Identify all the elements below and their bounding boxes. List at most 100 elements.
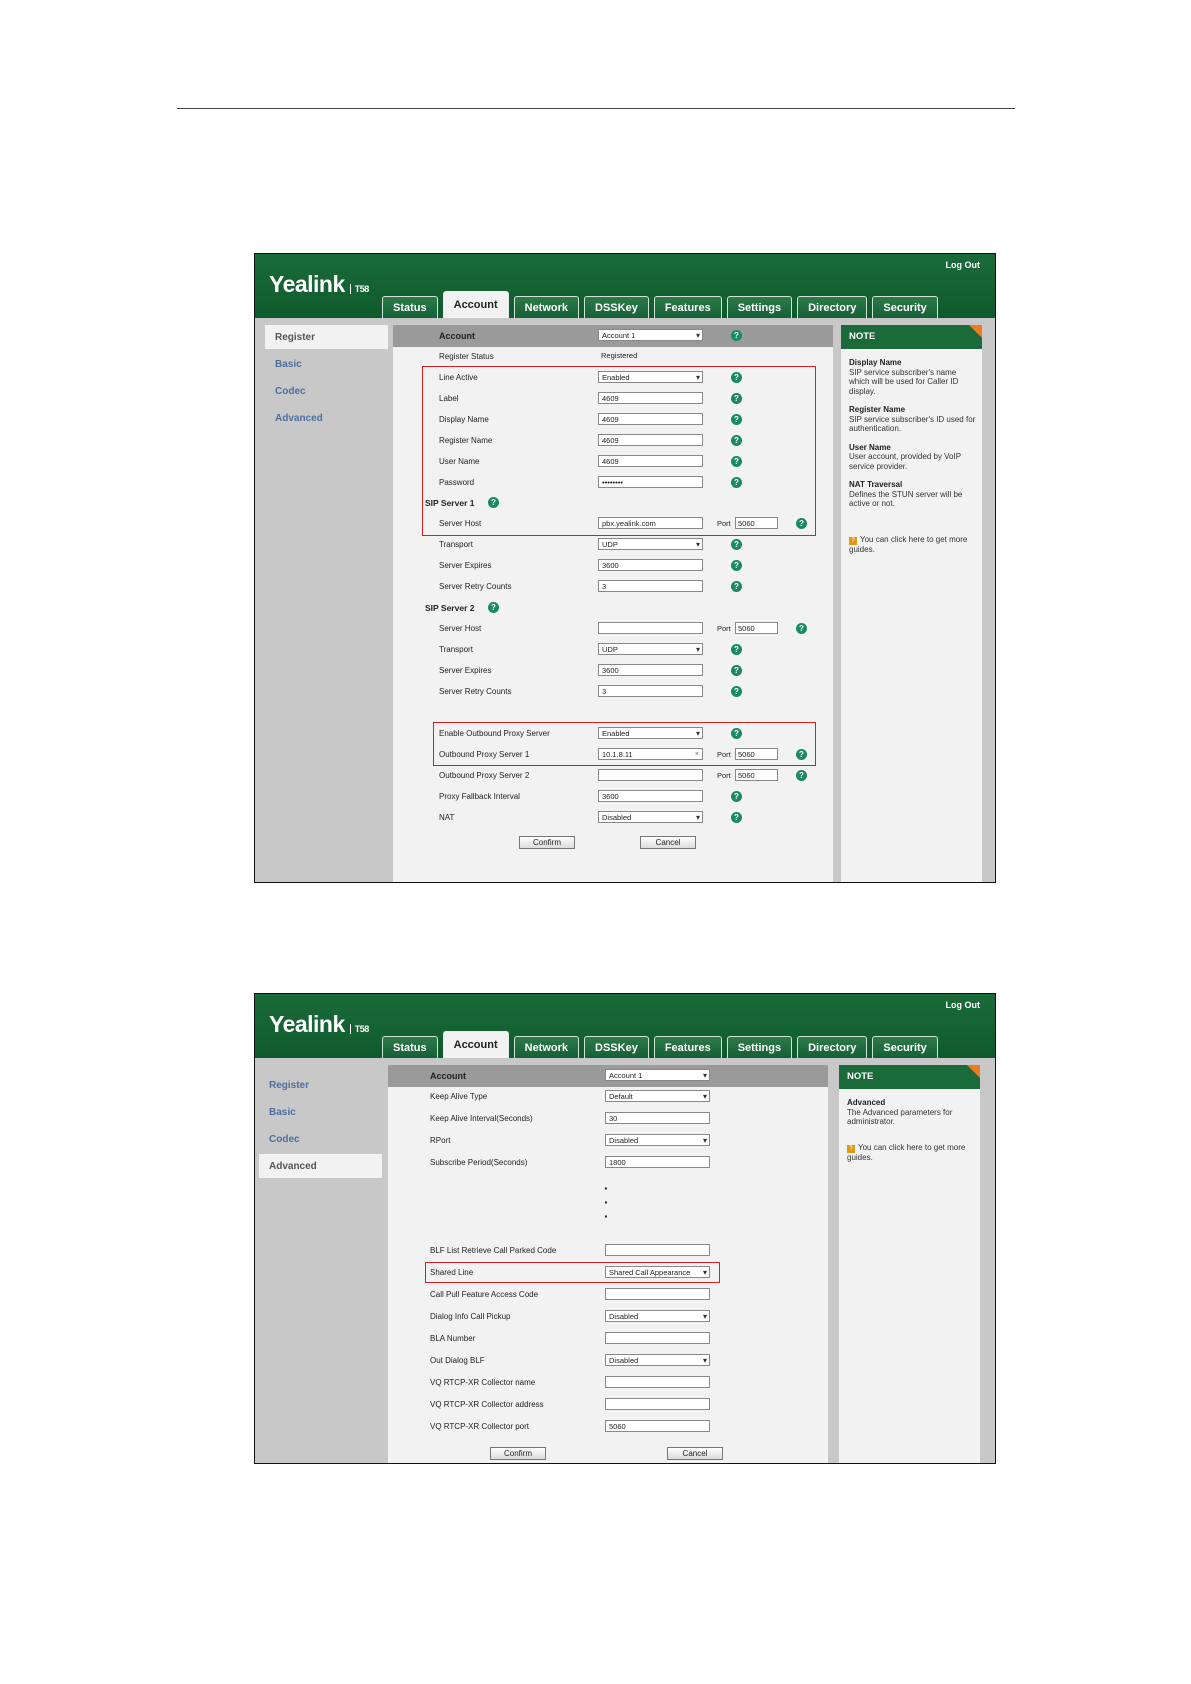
server-host-input[interactable] <box>598 622 703 634</box>
transport-select[interactable]: UDP <box>598 538 703 550</box>
confirm-button[interactable]: Confirm <box>519 836 575 849</box>
out-dialog-blf-row: Out Dialog BLF Disabled <box>388 1351 828 1371</box>
nat-label: NAT <box>439 813 455 822</box>
tab-settings[interactable]: Settings <box>726 1036 793 1058</box>
server-expires-input[interactable]: 3600 <box>598 559 703 571</box>
guide-icon[interactable]: ? <box>849 536 857 545</box>
keep-alive-interval-label: Keep Alive Interval(Seconds) <box>430 1114 533 1123</box>
account-select[interactable]: Account 1 <box>605 1069 710 1081</box>
tab-network[interactable]: Network <box>513 296 580 318</box>
tab-dsskey[interactable]: DSSKey <box>584 1036 649 1058</box>
cancel-button[interactable]: Cancel <box>667 1447 723 1460</box>
server-retry-input[interactable]: 3 <box>598 580 703 592</box>
sidebar-item-codec[interactable]: Codec <box>265 379 388 403</box>
tab-security[interactable]: Security <box>872 1036 938 1058</box>
account-select[interactable]: Account 1 <box>598 329 703 341</box>
vq-port-input[interactable]: 5060 <box>605 1420 710 1432</box>
help-icon[interactable]: ? <box>731 791 742 802</box>
vq-name-input[interactable] <box>605 1376 710 1388</box>
note-item-title: Advanced <box>847 1098 886 1107</box>
logout-link[interactable]: Log Out <box>946 260 981 270</box>
guide-icon[interactable]: ? <box>847 1144 855 1153</box>
keep-alive-type-select[interactable]: Default <box>605 1090 710 1102</box>
help-icon[interactable]: ? <box>796 623 807 634</box>
dialog-info-select[interactable]: Disabled <box>605 1310 710 1322</box>
sidebar-item-basic[interactable]: Basic <box>259 1100 382 1124</box>
server-retry-2-row: Server Retry Counts 3 ? <box>393 682 833 702</box>
keep-alive-type-row: Keep Alive Type Default <box>388 1087 828 1107</box>
sidebar-item-advanced[interactable]: Advanced <box>259 1154 382 1178</box>
help-icon[interactable]: ? <box>731 812 742 823</box>
out-dialog-blf-select[interactable]: Disabled <box>605 1354 710 1366</box>
vq-port-row: VQ RTCP-XR Collector port 5060 <box>388 1417 828 1437</box>
register-status-value: Registered <box>601 351 638 360</box>
sidebar: Register Basic Codec Advanced <box>259 1065 382 1463</box>
port-input[interactable]: 5060 <box>735 622 778 634</box>
port-input[interactable]: 5060 <box>735 769 778 781</box>
logo-model: T58 <box>349 1024 369 1034</box>
sidebar-item-register[interactable]: Register <box>259 1073 382 1097</box>
highlight-box-outbound <box>433 722 816 766</box>
sidebar-item-codec[interactable]: Codec <box>259 1127 382 1151</box>
help-icon[interactable]: ? <box>731 644 742 655</box>
tab-account[interactable]: Account <box>442 291 509 318</box>
blf-list-retrieve-row: BLF List Retrieve Call Parked Code <box>388 1241 828 1261</box>
tab-account[interactable]: Account <box>442 1031 509 1058</box>
nat-select[interactable]: Disabled <box>598 811 703 823</box>
bla-number-input[interactable] <box>605 1332 710 1344</box>
tab-network[interactable]: Network <box>513 1036 580 1058</box>
tab-status[interactable]: Status <box>382 1036 438 1058</box>
keep-alive-type-label: Keep Alive Type <box>430 1092 488 1101</box>
account-row: Account Account 1 <box>388 1066 828 1086</box>
tab-dsskey[interactable]: DSSKey <box>584 296 649 318</box>
blf-list-retrieve-input[interactable] <box>605 1244 710 1256</box>
cancel-button[interactable]: Cancel <box>640 836 696 849</box>
transport-select[interactable]: UDP <box>598 643 703 655</box>
guide-link[interactable]: You can click here to get more guides. <box>847 1143 965 1162</box>
tab-directory[interactable]: Directory <box>797 296 868 318</box>
help-icon[interactable]: ? <box>731 581 742 592</box>
call-pull-input[interactable] <box>605 1288 710 1300</box>
sidebar-item-basic[interactable]: Basic <box>265 352 388 376</box>
note-item-text: Defines the STUN server will be active o… <box>849 489 963 509</box>
tab-security[interactable]: Security <box>872 296 938 318</box>
help-icon[interactable]: ? <box>488 602 499 613</box>
keep-alive-interval-input[interactable]: 30 <box>605 1112 710 1124</box>
server-expires-label: Server Expires <box>439 561 492 570</box>
logout-link[interactable]: Log Out <box>946 1000 981 1010</box>
tab-settings[interactable]: Settings <box>726 296 793 318</box>
server-retry-label: Server Retry Counts <box>439 582 512 591</box>
confirm-button[interactable]: Confirm <box>490 1447 546 1460</box>
tab-directory[interactable]: Directory <box>797 1036 868 1058</box>
help-icon[interactable]: ? <box>731 539 742 550</box>
help-icon[interactable]: ? <box>731 665 742 676</box>
blf-list-retrieve-label: BLF List Retrieve Call Parked Code <box>430 1246 557 1255</box>
note-body: Display Name SIP service subscriber's nam… <box>849 358 976 563</box>
vq-address-input[interactable] <box>605 1398 710 1410</box>
yealink-logo: Yealink T58 <box>269 1011 369 1038</box>
help-icon[interactable]: ? <box>731 330 742 341</box>
sidebar-item-register[interactable]: Register <box>265 325 388 349</box>
logo-brand: Yealink <box>269 271 345 297</box>
proxy-fallback-input[interactable]: 3600 <box>598 790 703 802</box>
subscribe-period-label: Subscribe Period(Seconds) <box>430 1158 528 1167</box>
tab-status[interactable]: Status <box>382 296 438 318</box>
register-status-row: Register Status Registered <box>393 347 833 367</box>
vq-port-label: VQ RTCP-XR Collector port <box>430 1422 529 1431</box>
guide-link[interactable]: You can click here to get more guides. <box>849 535 967 554</box>
rport-select[interactable]: Disabled <box>605 1134 710 1146</box>
server-retry-input[interactable]: 3 <box>598 685 703 697</box>
outbound-proxy-2-input[interactable] <box>598 769 703 781</box>
help-icon[interactable]: ? <box>731 686 742 697</box>
help-icon[interactable]: ? <box>796 770 807 781</box>
note-panel: NOTE Advanced The Advanced parameters for… <box>839 1065 980 1463</box>
server-expires-input[interactable]: 3600 <box>598 664 703 676</box>
subscribe-period-input[interactable]: 1800 <box>605 1156 710 1168</box>
sidebar-item-advanced[interactable]: Advanced <box>265 406 388 430</box>
proxy-fallback-label: Proxy Fallback Interval <box>439 792 520 801</box>
tab-features[interactable]: Features <box>653 296 722 318</box>
tab-features[interactable]: Features <box>653 1036 722 1058</box>
help-icon[interactable]: ? <box>731 560 742 571</box>
top-bar: Yealink T58 Log Out Status Account Netwo… <box>255 994 995 1058</box>
note-panel: NOTE Display Name SIP service subscriber'… <box>841 325 982 882</box>
